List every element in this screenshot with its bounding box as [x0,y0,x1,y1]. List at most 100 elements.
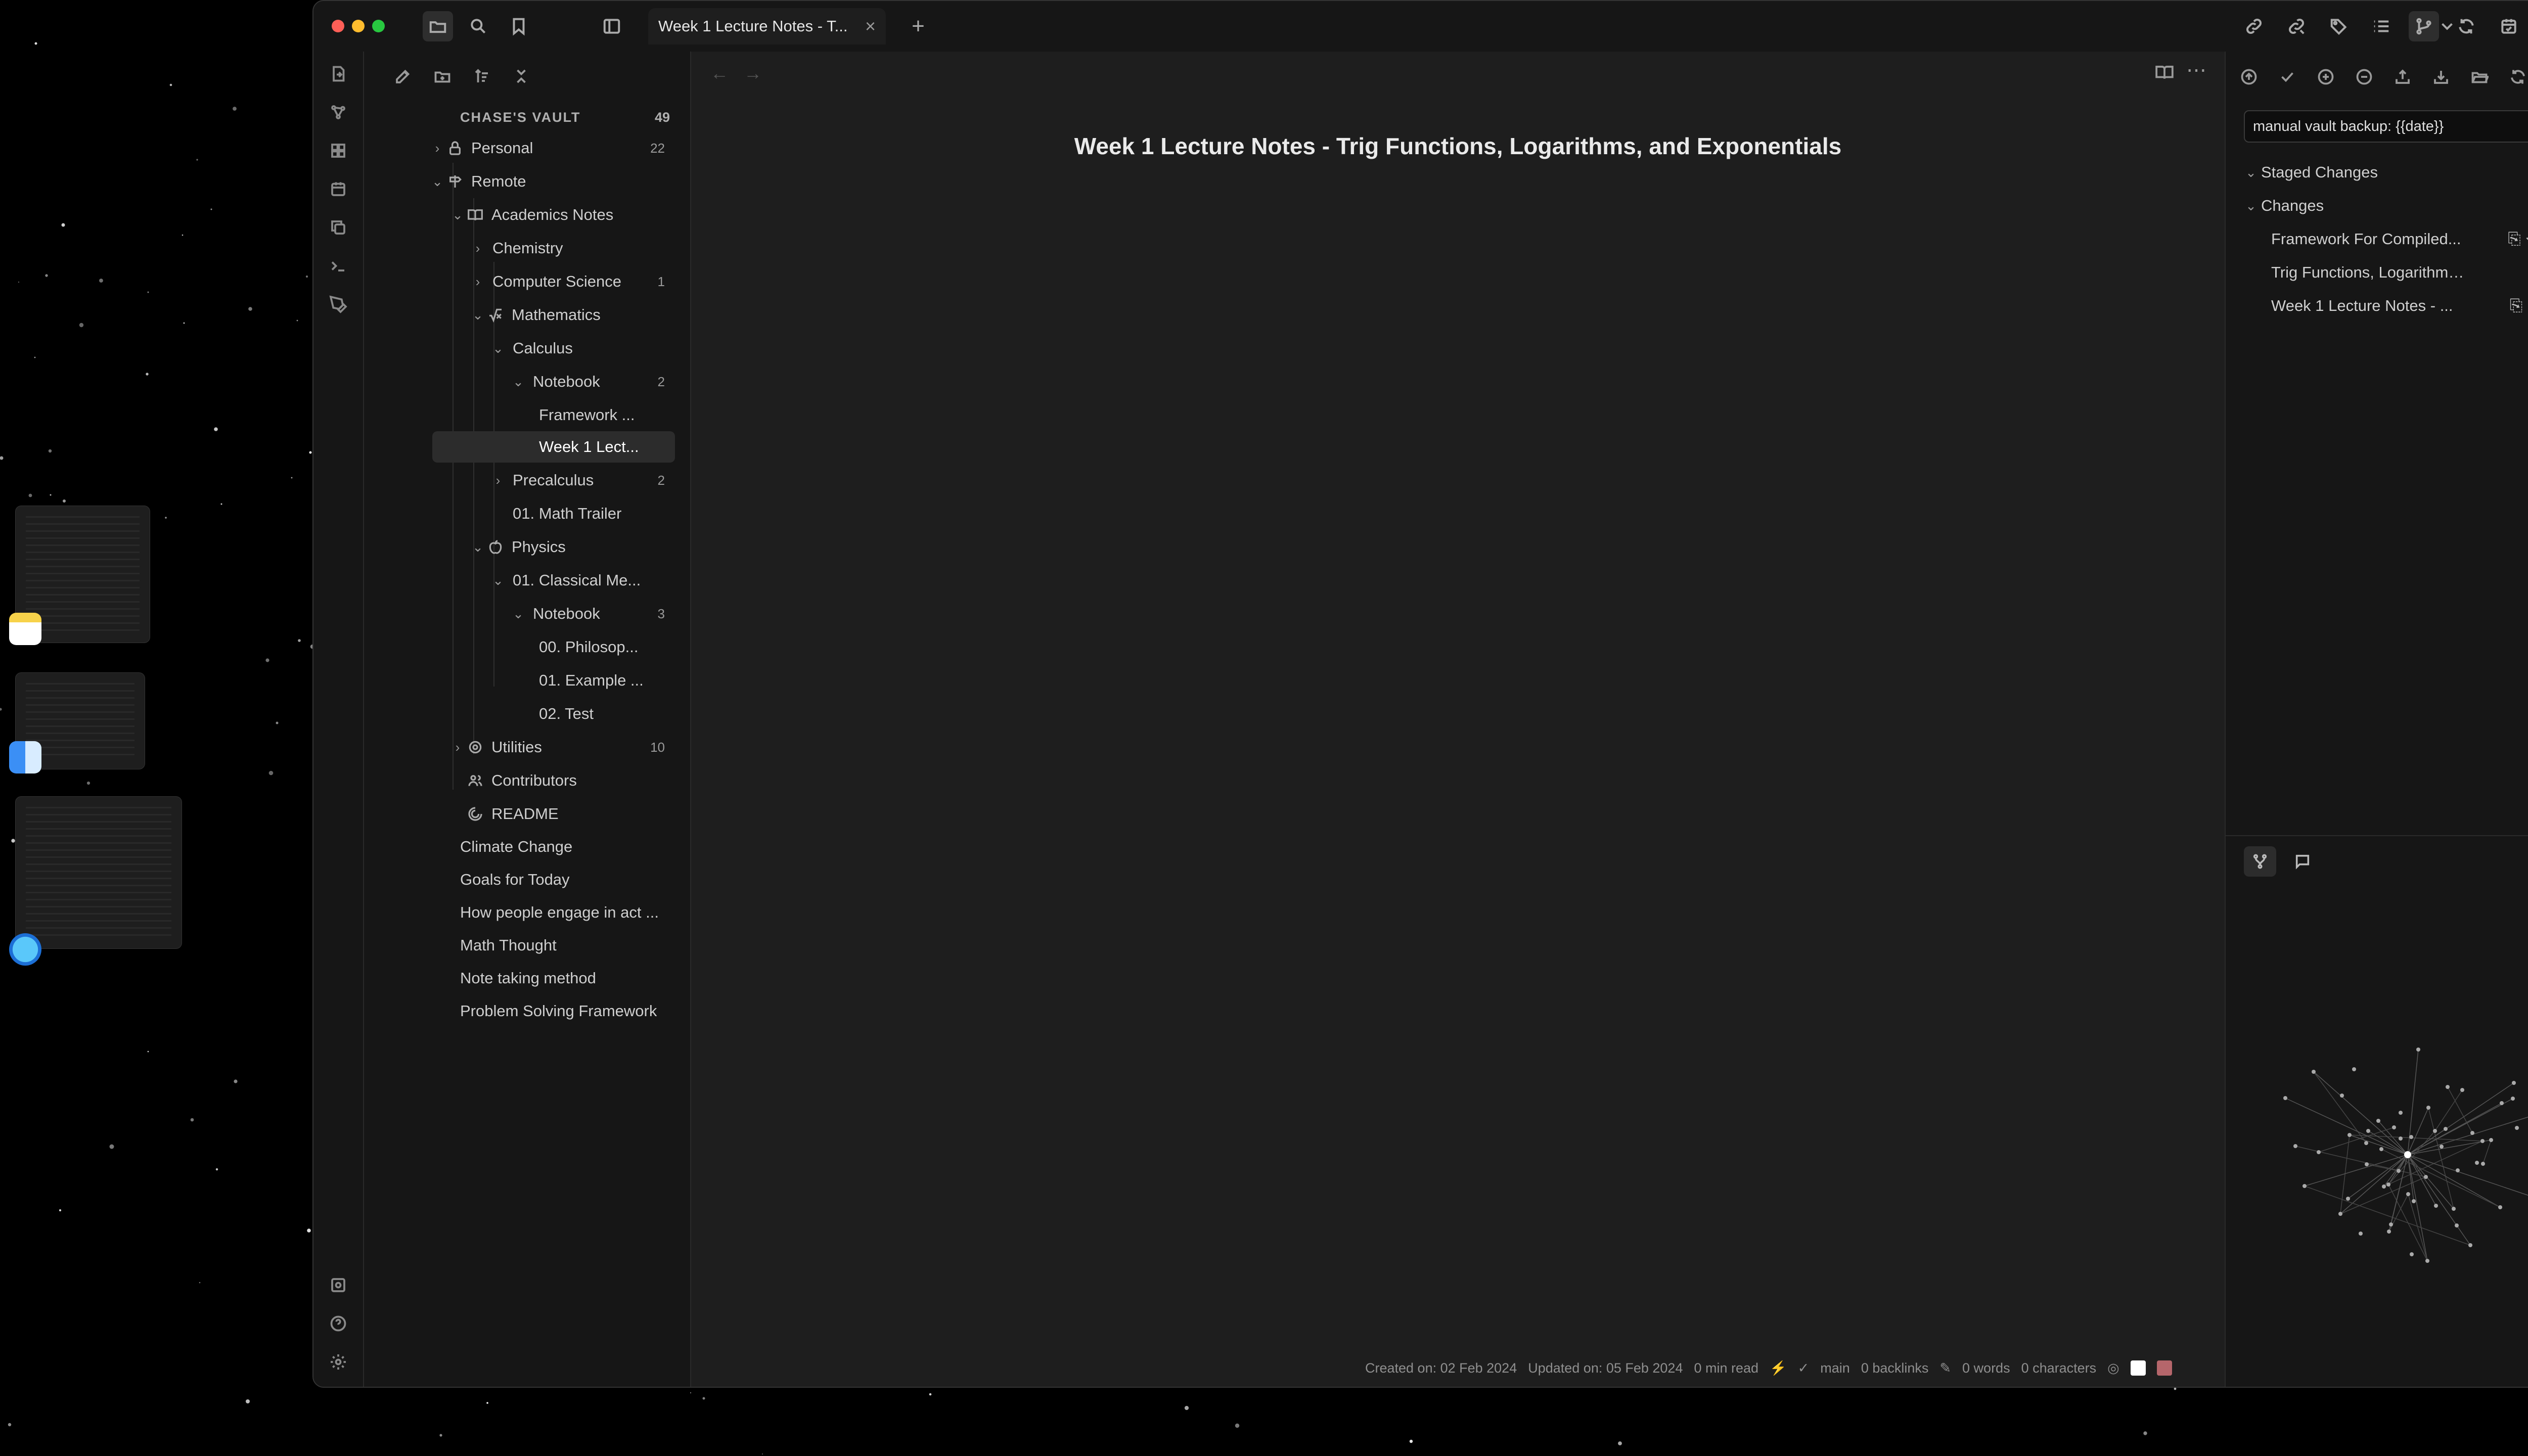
eye-icon[interactable]: ◎ [2107,1360,2119,1376]
tree-folder-academics-notes[interactable]: ⌄ Academics Notes [364,199,690,231]
tree-folder-computer-science[interactable]: › Computer Science 1 [364,266,690,297]
outline-tab[interactable] [2366,11,2397,41]
tree-folder-personal[interactable]: › Personal 22 [364,132,690,164]
new-tab-button[interactable]: + [903,11,933,41]
tree-folder-physics[interactable]: ⌄ Physics [364,531,690,563]
tags-tab[interactable] [2324,11,2354,41]
tree-file-example[interactable]: 01. Example ... [364,665,690,696]
tree-folder-mathematics[interactable]: ⌄ Mathematics [364,299,690,331]
ribbon-daily-note[interactable] [323,174,353,204]
close-window-button[interactable] [332,20,344,32]
tree-file-how-people-engage[interactable]: How people engage in act ... [364,897,690,928]
minimize-window-button[interactable] [352,20,365,32]
tree-folder-remote[interactable]: ⌄ Remote [364,166,690,197]
change-layout-button[interactable] [2464,62,2495,92]
comments-tab[interactable] [2286,846,2319,877]
editor-pane[interactable]: ← → ⋯ Week 1 Lecture Notes - Trig Functi… [691,52,2225,1387]
changed-file-row[interactable]: Week 1 Lecture Notes - ... ⎘ ↶ + U [2241,290,2528,322]
tree-file-contributors[interactable]: Contributors [364,765,690,796]
sync-check-icon[interactable]: ✓ [1798,1360,1810,1376]
copy-icon [331,220,345,235]
ribbon-open-quick-switcher[interactable] [323,59,353,89]
changed-file-row[interactable]: Trig Functions, Logarithms, ... ↶ + D [2241,257,2528,288]
zoom-window-button[interactable] [372,20,385,32]
tree-file-note-taking-method[interactable]: Note taking method [364,963,690,994]
ribbon-help[interactable] [323,1308,353,1339]
commit-message-input[interactable]: manual vault backup: {{date}} × [2244,110,2528,143]
tree-folder-calculus[interactable]: ⌄ Calculus [364,333,690,364]
tree-file-readme[interactable]: README [364,798,690,830]
ribbon-open-vault[interactable] [323,1270,353,1300]
ribbon-settings[interactable] [323,1347,353,1377]
sync-tab[interactable] [2451,11,2481,41]
tree-folder-utilities[interactable]: › Utilities 10 [364,732,690,763]
tree-file-climate-change[interactable]: Climate Change [364,831,690,862]
tree-file-goals-for-today[interactable]: Goals for Today [364,864,690,895]
tree-item-label: 01. Math Trailer [513,505,622,522]
outgoing-links-tab[interactable] [2281,11,2312,41]
ribbon-canvas[interactable] [323,135,353,166]
tree-item-label: Problem Solving Framework [460,1002,657,1020]
unstage-all-button[interactable] [2349,62,2379,92]
pencil-icon[interactable]: ✎ [1939,1360,1951,1376]
open-file-icon[interactable]: ⎘ [2508,230,2521,249]
pull-button[interactable] [2426,62,2456,92]
changes-header[interactable]: ⌄ Changes ↶ + 3 [2241,190,2528,221]
file-explorer-tab[interactable] [423,11,453,41]
tree-folder-notebook-physics[interactable]: ⌄ Notebook 3 [364,598,690,629]
more-options-icon[interactable]: ⋯ [2186,59,2206,82]
tree-folder-notebook[interactable]: ⌄ Notebook 2 [364,366,690,397]
changed-file-row[interactable]: Framework For Compiled... ⎘ ↶ + M [2241,223,2528,255]
tree-file-philosophy[interactable]: 00. Philosop... [364,631,690,663]
reading-view-icon[interactable] [2155,63,2174,86]
theme-accent-swatch[interactable] [2156,1360,2172,1376]
sort-button[interactable] [469,64,494,89]
nav-forward-icon[interactable]: → [744,63,762,84]
staged-changes-header[interactable]: ⌄ Staged Changes — 0 [2241,157,2528,188]
note-title[interactable]: Week 1 Lecture Notes - Trig Functions, L… [691,132,2225,160]
tree-folder-precalculus[interactable]: › Precalculus 2 [364,465,690,496]
git-branch[interactable]: main [1820,1360,1850,1376]
backlinks-count[interactable]: 0 backlinks [1861,1360,1929,1376]
tree-file-problem-solving[interactable]: Problem Solving Framework [364,995,690,1027]
ribbon-graph-view[interactable] [323,97,353,127]
ribbon-command-palette[interactable] [323,251,353,281]
tree-file-math-trailer[interactable]: 01. Math Trailer [364,498,690,529]
tree-folder-classical-mechanics[interactable]: ⌄ 01. Classical Me... [364,565,690,596]
collapse-all-button[interactable] [509,64,534,89]
backlinks-tab[interactable] [2239,11,2269,41]
vault-header[interactable]: CHASE'S VAULT 49 [364,105,690,130]
upload-button[interactable] [2387,62,2418,92]
nav-back-icon[interactable]: ← [710,63,729,84]
local-graph[interactable] [2246,988,2528,1291]
sort-icon [475,69,488,82]
local-graph-tab[interactable] [2244,846,2276,877]
tree-item-label: Physics [512,538,566,556]
open-file-icon[interactable]: ⎘ [2510,296,2523,315]
ribbon-excalidraw[interactable] [323,289,353,320]
commit-button[interactable] [2272,62,2303,92]
close-tab-icon[interactable]: × [865,16,876,37]
stage-manager-window-safari[interactable] [15,796,182,949]
discard-icon[interactable]: ↶ [2526,230,2528,249]
tree-file-math-thought[interactable]: Math Thought [364,930,690,961]
ribbon-templates[interactable] [323,212,353,243]
tree-file-framework[interactable]: Framework ... [364,399,690,431]
calendar-tab[interactable] [2494,11,2524,41]
push-button[interactable] [2234,62,2264,92]
tab-week1-lecture-notes[interactable]: Week 1 Lecture Notes - T... × [648,8,886,44]
new-note-button[interactable] [390,64,416,89]
tree-file-week1-lecture[interactable]: Week 1 Lect... [432,431,675,463]
file-explorer: CHASE'S VAULT 49 › Personal 22 ⌄ Remote … [364,52,691,1387]
new-folder-button[interactable] [430,64,455,89]
refresh-button[interactable] [2503,62,2528,92]
stage-all-button[interactable] [2311,62,2341,92]
theme-light-swatch[interactable] [2130,1360,2146,1376]
bookmarks-tab[interactable] [504,11,534,41]
toggle-left-sidebar-button[interactable] [597,11,627,41]
search-tab[interactable] [463,11,493,41]
plugin-status-icon[interactable]: ⚡ [1770,1360,1787,1376]
tree-folder-chemistry[interactable]: › Chemistry [364,233,690,264]
source-control-tab[interactable] [2409,11,2439,41]
tree-file-test[interactable]: 02. Test [364,698,690,730]
